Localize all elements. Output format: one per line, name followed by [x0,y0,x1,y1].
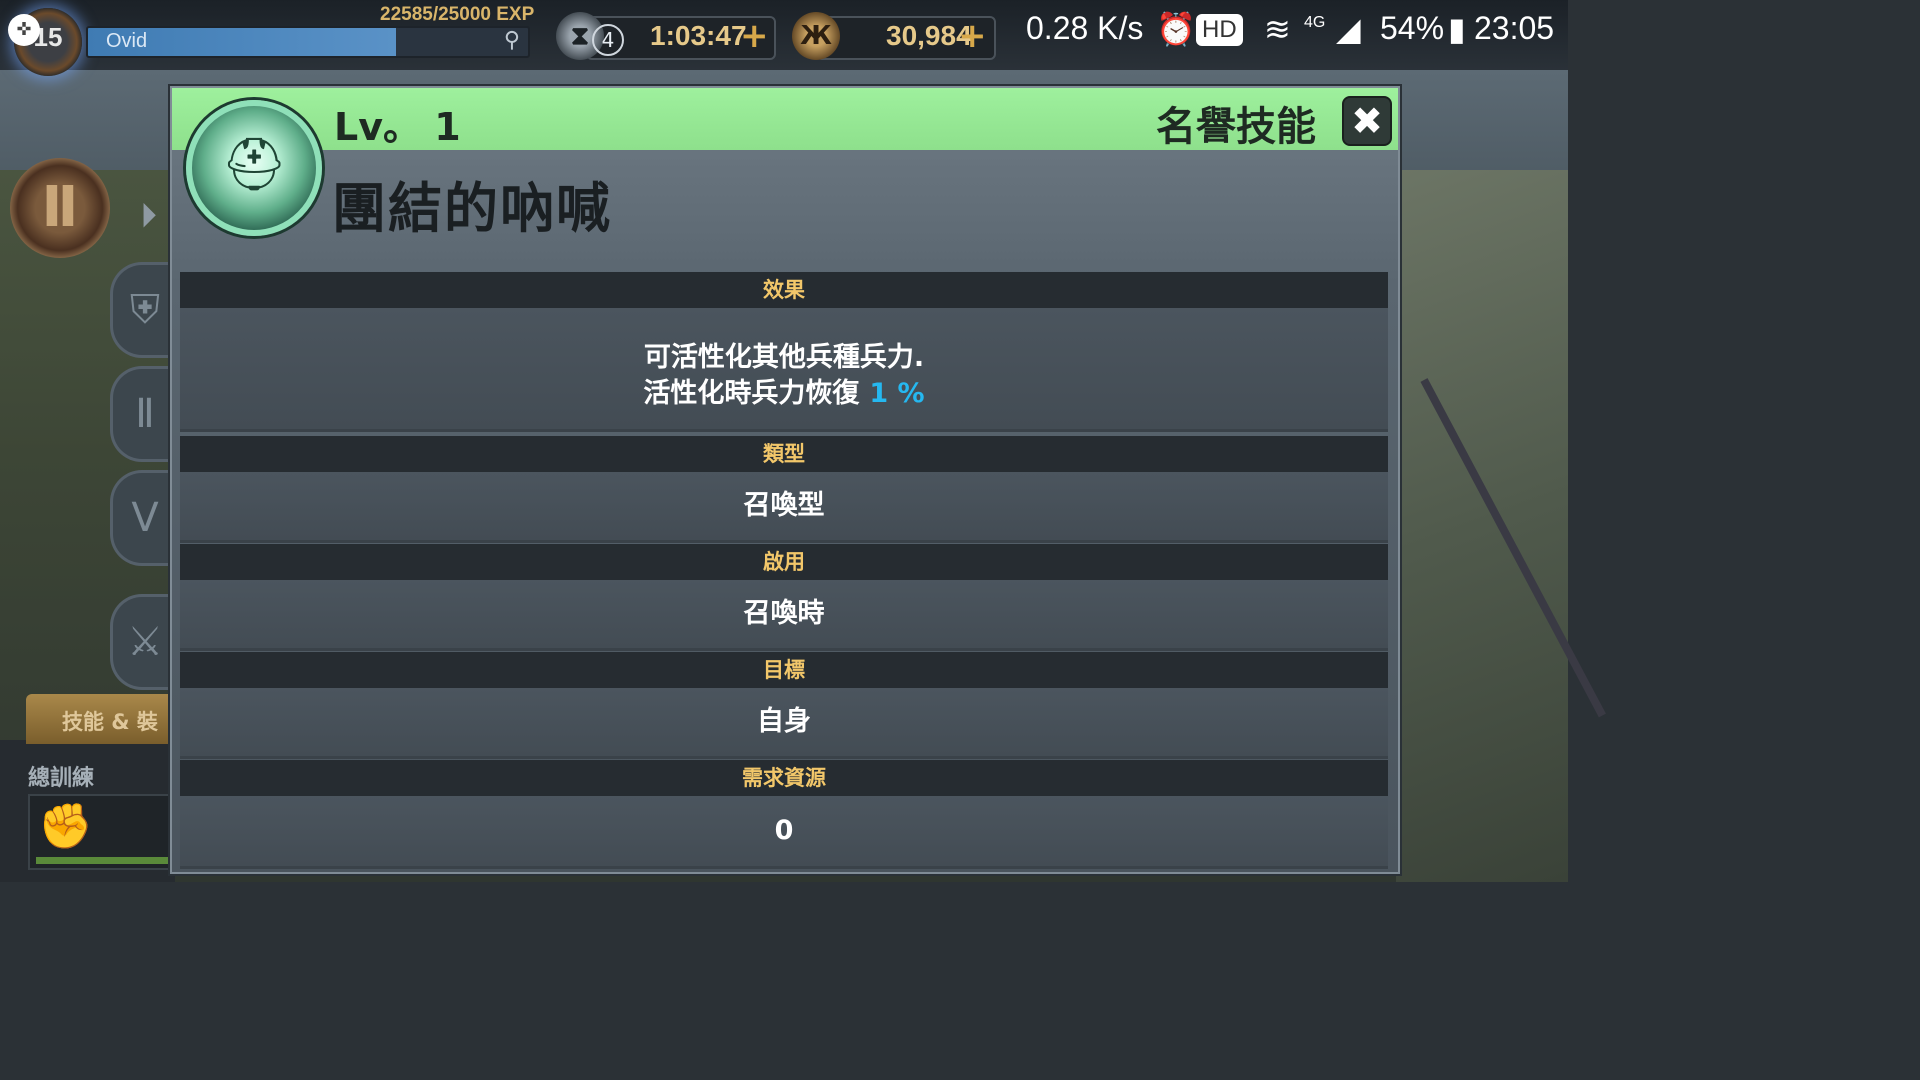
skill-detail-modal: Lv。 1 名譽技能 ✖ ⛑ 團結的吶喊 效果 可活性化其他兵種兵力. 活性化時… [170,86,1400,874]
modal-header: Lv。 1 名譽技能 ✖ [172,88,1398,150]
close-button[interactable]: ✖ [1342,96,1392,146]
android-status-bar: 0.28 K/s ⏰ HD ≋ 4G ◢ 54% ▮ 23:05 [1018,0,1568,60]
skill-category: 名譽技能 [1156,104,1316,150]
effect-body: 可活性化其他兵種兵力. 活性化時兵力恢復 1 % [180,308,1388,432]
network-speed: 0.28 K/s [1026,10,1144,46]
training-progress-bar [36,857,172,864]
target-value: 自身 [180,688,1388,759]
resource-header: 需求資源 [180,760,1388,796]
exp-text: 22585/25000 EXP [380,4,535,25]
training-label: 總訓練 [28,766,95,791]
legion-emblem-icon[interactable]: Ⅱ [10,158,110,258]
roman-five-icon[interactable]: Ⅴ [110,470,177,566]
skill-equipment-tab[interactable]: 技能 & 裝 [26,694,176,744]
type-value: 召喚型 [180,472,1388,543]
fist-icon: ✊ [38,801,93,852]
skill-tab-label: 技能 & 裝 [62,710,158,734]
skill-level: Lv。 1 [334,105,461,149]
resource-value: 0 [180,796,1388,869]
target-header: 目標 [180,652,1388,688]
currency-plus-button[interactable]: + [958,16,987,56]
roman-two-icon[interactable]: Ⅱ [110,366,177,462]
coin-icon: Ж [792,12,840,60]
skill-name: 團結的吶喊 [332,177,612,240]
player-name: Ovid [106,30,148,52]
timer-plus-button[interactable]: + [740,16,769,56]
signal-icon: ◢ [1336,11,1361,47]
clock-time: 23:05 [1474,10,1555,46]
timer-count: 4 [592,24,624,56]
network-type: 4G [1304,14,1326,31]
alarm-icon: ⏰ [1156,11,1196,47]
effect-header: 效果 [180,272,1388,308]
type-header: 類型 [180,436,1388,472]
effect-line-2: 活性化時兵力恢復 1 % [180,376,1388,412]
play-arrow-icon[interactable]: ⏵ [140,196,157,236]
right-scene-background [1396,170,1568,882]
battery-percent: 54% [1380,10,1445,46]
effect-line-1: 可活性化其他兵種兵力. [643,342,925,373]
wifi-icon: ≋ [1264,11,1291,47]
timer-value: 1:03:47 [650,20,747,51]
effect-line-2-text: 活性化時兵力恢復 [643,378,860,409]
shield-swords-icon[interactable]: ⛨ [110,262,177,358]
activation-value: 召喚時 [180,580,1388,651]
activation-header: 啟用 [180,544,1388,580]
battery-icon: ▮ [1448,11,1466,47]
spartan-helmet-icon: ⛑ [186,100,322,236]
gamepad-icon[interactable]: ✜ [8,14,40,46]
training-slot[interactable]: ✊ [28,794,180,870]
search-icon[interactable]: ⚲ [504,28,520,53]
sword-icon[interactable]: ⚔ [110,594,177,690]
effect-value: 1 % [869,378,925,409]
player-name-bar[interactable]: Ovid ⚲ [86,26,530,58]
hd-badge: HD [1196,14,1243,46]
